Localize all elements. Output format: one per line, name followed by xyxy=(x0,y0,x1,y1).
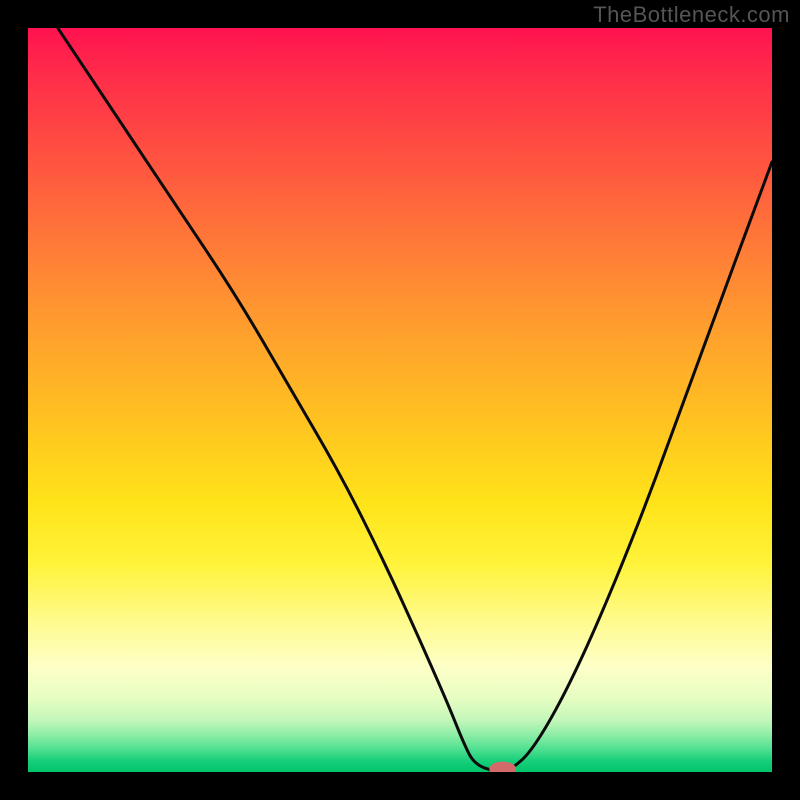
plot-area xyxy=(28,28,772,772)
bottleneck-curve xyxy=(58,28,772,772)
optimal-marker xyxy=(489,762,516,772)
chart-frame: TheBottleneck.com xyxy=(0,0,800,800)
watermark-text: TheBottleneck.com xyxy=(593,2,790,28)
curve-svg xyxy=(28,28,772,772)
